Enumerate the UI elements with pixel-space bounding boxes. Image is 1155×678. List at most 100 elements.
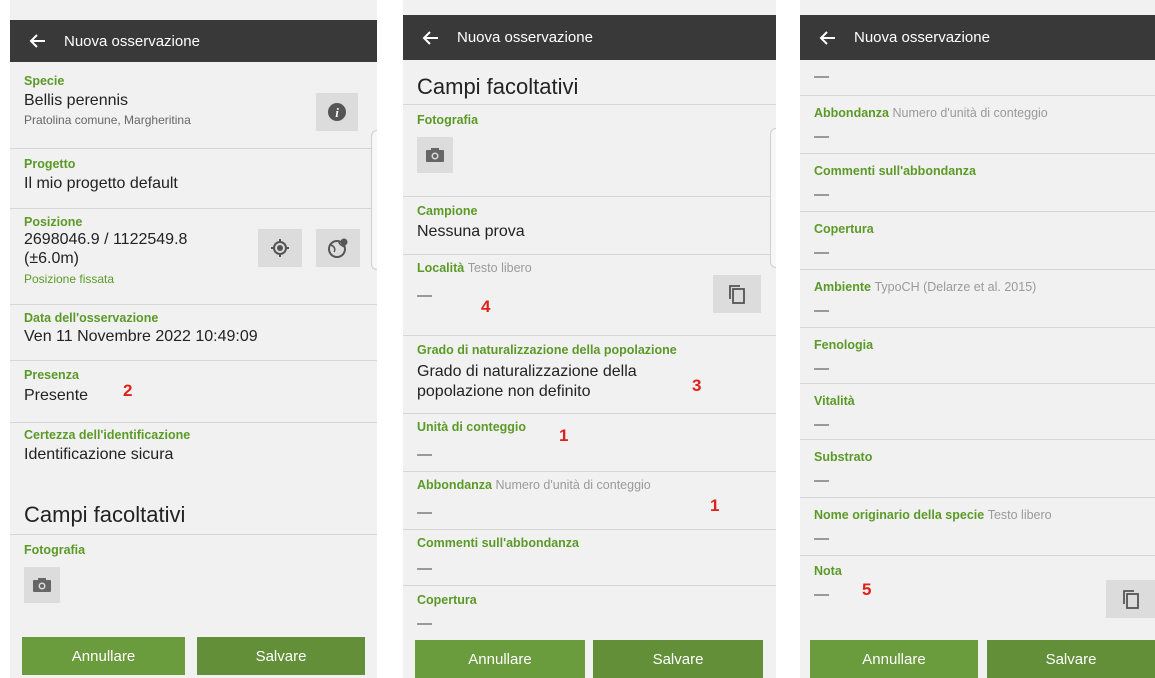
original-name-value: — (814, 530, 829, 547)
bottom-bar: Annullare Salvare (10, 618, 377, 678)
species-field[interactable]: Specie Bellis perennis Pratolina comune,… (10, 62, 377, 149)
annotation-mark-3: 3 (692, 376, 702, 395)
globe-pin-icon (328, 238, 348, 258)
camera-button[interactable] (24, 567, 60, 603)
svg-text:i: i (335, 105, 339, 120)
naturalization-value-line1: Grado di naturalizzazione della (417, 363, 637, 380)
abundance-comments-label: Commenti sull'abbondanza (814, 164, 977, 178)
habitat-value: — (814, 302, 829, 319)
screen-2: Nuova osservazione Campi facoltativi Fot… (403, 0, 776, 678)
abundance-value: — (814, 128, 829, 145)
locality-field[interactable]: Località Testo libero — 4 (403, 255, 776, 336)
date-label: Data dell'osservazione (24, 311, 159, 325)
photo-field[interactable]: Fotografia (10, 534, 377, 624)
scroll-handle[interactable] (371, 130, 377, 270)
certainty-field[interactable]: Certezza dell'identificazione Identifica… (10, 423, 377, 493)
annotation-mark-1a: 1 (559, 426, 569, 445)
phenology-field[interactable]: Fenologia — (800, 328, 1155, 384)
save-button[interactable]: Salvare (987, 640, 1155, 678)
abundance-value: — (417, 504, 432, 521)
copy-button[interactable] (713, 275, 761, 313)
app-title: Nuova osservazione (64, 32, 200, 50)
coverage-value: — (417, 615, 432, 632)
coverage-field[interactable]: Copertura — (800, 212, 1155, 270)
naturalization-field[interactable]: Grado di naturalizzazione della popolazi… (403, 336, 776, 414)
phenology-value: — (814, 360, 829, 377)
coverage-label: Copertura (417, 593, 477, 607)
count-unit-field-partial[interactable]: — (800, 60, 1155, 96)
phenology-label: Fenologia (814, 338, 874, 352)
optional-fields-heading: Campi facoltativi (24, 502, 186, 527)
note-field[interactable]: Nota — 5 (800, 556, 1155, 630)
copy-button[interactable] (1106, 580, 1155, 618)
project-label: Progetto (24, 157, 76, 171)
naturalization-value-line2: popolazione non definito (417, 383, 591, 400)
note-label: Nota (814, 564, 842, 578)
substrate-label: Substrato (814, 450, 873, 464)
back-arrow-icon[interactable] (28, 30, 50, 52)
cancel-button[interactable]: Annullare (415, 640, 585, 678)
abundance-comments-value: — (417, 560, 432, 577)
locality-hint: Testo libero (467, 261, 532, 275)
bottom-bar: Annullare Salvare (800, 640, 1155, 678)
abundance-comments-field[interactable]: Commenti sull'abbondanza — (800, 154, 1155, 212)
locality-label: Località (417, 261, 465, 275)
bottom-bar: Annullare Salvare (403, 640, 776, 678)
sample-label: Campione (417, 204, 478, 218)
map-position-button[interactable] (316, 229, 360, 267)
vitality-value: — (814, 416, 829, 433)
count-unit-value: — (417, 446, 432, 463)
sample-value: Nessuna prova (417, 223, 525, 240)
back-arrow-icon[interactable] (421, 27, 443, 49)
species-info-button[interactable]: i (316, 93, 358, 131)
original-name-hint: Testo libero (987, 508, 1052, 522)
presence-value: Presente (24, 387, 89, 404)
count-unit-label: Unità di conteggio (417, 420, 527, 434)
species-label: Specie (24, 74, 65, 88)
save-button[interactable]: Salvare (593, 640, 763, 678)
original-name-field[interactable]: Nome originario della specie Testo liber… (800, 498, 1155, 556)
date-value: Ven 11 Novembre 2022 10:49:09 (24, 328, 258, 345)
date-field[interactable]: Data dell'osservazione Ven 11 Novembre 2… (10, 305, 377, 361)
screen-1: Nuova osservazione Specie Bellis perenni… (10, 0, 377, 678)
position-label: Posizione (24, 215, 83, 229)
project-field[interactable]: Progetto Il mio progetto default (10, 149, 377, 209)
abundance-label: Abbondanza (417, 478, 492, 492)
abundance-label: Abbondanza (814, 106, 889, 120)
abundance-comments-field[interactable]: Commenti sull'abbondanza — (403, 530, 776, 586)
photo-field[interactable]: Fotografia (403, 104, 776, 197)
locate-button[interactable] (258, 229, 302, 267)
coverage-field[interactable]: Copertura — (403, 586, 776, 644)
camera-button[interactable] (417, 137, 453, 173)
camera-icon (33, 578, 51, 592)
habitat-hint: TypoCH (Delarze et al. 2015) (874, 280, 1037, 294)
abundance-comments-value: — (814, 186, 829, 203)
substrate-field[interactable]: Substrato — (800, 440, 1155, 498)
save-button[interactable]: Salvare (197, 637, 365, 675)
cancel-button[interactable]: Annullare (22, 637, 185, 675)
vitality-field[interactable]: Vitalità — (800, 384, 1155, 440)
presence-field[interactable]: Presenza Presente 2 (10, 361, 377, 423)
habitat-label: Ambiente (814, 280, 871, 294)
scroll-handle[interactable] (770, 128, 776, 268)
app-bar: Nuova osservazione (403, 15, 776, 60)
abundance-field[interactable]: Abbondanza Numero d'unità di conteggio — (800, 96, 1155, 154)
count-unit-field[interactable]: Unità di conteggio — 1 (403, 414, 776, 472)
certainty-value: Identificazione sicura (24, 446, 174, 463)
habitat-field[interactable]: Ambiente TypoCH (Delarze et al. 2015) — (800, 270, 1155, 328)
presence-label: Presenza (24, 368, 79, 382)
copy-icon (729, 285, 745, 304)
cancel-button[interactable]: Annullare (810, 640, 978, 678)
coverage-value: — (814, 244, 829, 261)
coverage-label: Copertura (814, 222, 874, 236)
abundance-comments-label: Commenti sull'abbondanza (417, 536, 580, 550)
screen-3: Nuova osservazione — Abbondanza Numero d… (800, 0, 1155, 678)
app-bar: Nuova osservazione (800, 15, 1155, 60)
position-field[interactable]: Posizione 2698046.9 / 1122549.8 (±6.0m) … (10, 209, 377, 305)
sample-field[interactable]: Campione Nessuna prova (403, 197, 776, 255)
back-arrow-icon[interactable] (818, 27, 840, 49)
annotation-mark-2: 2 (123, 381, 133, 400)
project-value: Il mio progetto default (24, 175, 178, 192)
abundance-field[interactable]: Abbondanza Numero d'unità di conteggio —… (403, 472, 776, 530)
gps-target-icon (271, 239, 289, 257)
